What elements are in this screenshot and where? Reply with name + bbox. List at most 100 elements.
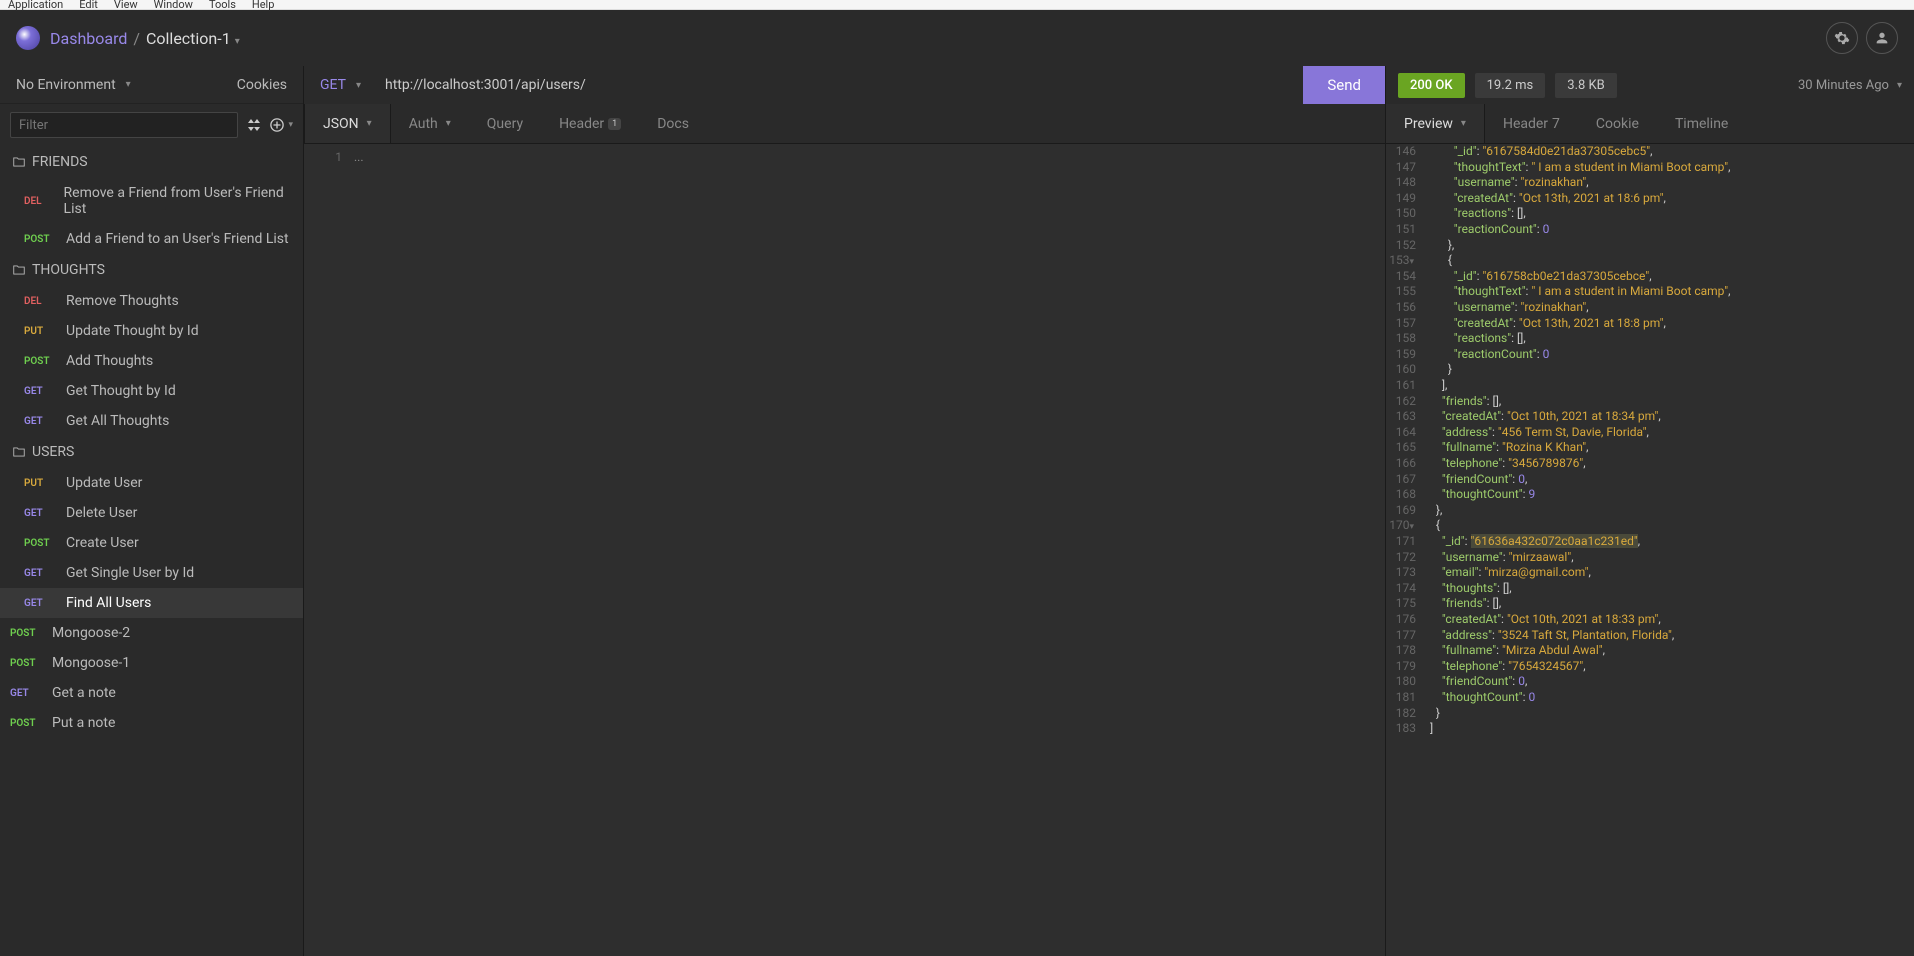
tab-cookie[interactable]: Cookie: [1578, 104, 1657, 143]
tab-preview[interactable]: Preview: [1386, 104, 1485, 143]
request-item[interactable]: POST Mongoose-2: [0, 618, 303, 648]
folder-friends[interactable]: FRIENDS: [0, 146, 303, 178]
folder-thoughts[interactable]: THOUGHTS: [0, 254, 303, 286]
code-line: 183 ]: [1386, 721, 1914, 737]
method-badge: POST: [24, 538, 56, 549]
request-name: Add a Friend to an User's Friend List: [66, 231, 289, 247]
tab-query[interactable]: Query: [469, 104, 541, 143]
code-line: 173 "email": "mirza@gmail.com",: [1386, 565, 1914, 581]
request-name: Mongoose-1: [52, 655, 130, 671]
code-line: 159 "reactionCount": 0: [1386, 347, 1914, 363]
code-line: 177 "address": "3524 Taft St, Plantation…: [1386, 628, 1914, 644]
code-line: 182 }: [1386, 706, 1914, 722]
method-badge: PUT: [24, 478, 56, 489]
tab-header[interactable]: Header 1: [541, 104, 639, 143]
method-badge: GET: [24, 386, 56, 397]
method-badge: GET: [24, 568, 56, 579]
code-line: 174 "thoughts": [],: [1386, 581, 1914, 597]
response-size: 3.8 KB: [1555, 73, 1617, 98]
request-item[interactable]: GETDelete User: [0, 498, 303, 528]
sort-button[interactable]: [248, 119, 260, 131]
code-line: 179 "telephone": "7654324567",: [1386, 659, 1914, 675]
request-name: Create User: [66, 535, 139, 551]
request-name: Remove a Friend from User's Friend List: [64, 185, 291, 217]
url-input[interactable]: [377, 77, 1303, 93]
request-item[interactable]: POST Create User: [0, 528, 303, 558]
request-item[interactable]: GETGet All Thoughts: [0, 406, 303, 436]
code-line: 149 "createdAt": "Oct 13th, 2021 at 18:6…: [1386, 191, 1914, 207]
method-badge: GET: [24, 598, 56, 609]
request-name: Remove Thoughts: [66, 293, 179, 309]
tab-resp-header[interactable]: Header 7: [1485, 104, 1578, 143]
code-line: 170▾ {: [1386, 518, 1914, 534]
response-history-dropdown[interactable]: 30 Minutes Ago: [1798, 78, 1902, 93]
request-item[interactable]: GETGet a note: [0, 678, 303, 708]
send-button[interactable]: Send: [1303, 66, 1385, 104]
breadcrumb-collection[interactable]: Collection-1: [146, 29, 240, 48]
response-status: 200 OK: [1398, 73, 1465, 98]
menu-help[interactable]: Help: [252, 0, 275, 11]
menu-window[interactable]: Window: [154, 0, 193, 11]
method-badge: PUT: [24, 326, 56, 337]
code-line: 168 "thoughtCount": 9: [1386, 487, 1914, 503]
request-name: Update Thought by Id: [66, 323, 199, 339]
request-name: Get All Thoughts: [66, 413, 169, 429]
request-item[interactable]: PUT Update Thought by Id: [0, 316, 303, 346]
tab-timeline[interactable]: Timeline: [1657, 104, 1746, 143]
menu-tools[interactable]: Tools: [209, 0, 236, 11]
plus-circle-icon: [270, 118, 284, 132]
request-item[interactable]: POSTAdd a Friend to an User's Friend Lis…: [0, 224, 303, 254]
tab-auth[interactable]: Auth: [391, 104, 469, 143]
breadcrumb: Dashboard / Collection-1: [50, 29, 240, 48]
request-item[interactable]: DEL Remove a Friend from User's Friend Li…: [0, 178, 303, 224]
code-line: 181 "thoughtCount": 0: [1386, 690, 1914, 706]
code-line: 151 "reactionCount": 0: [1386, 222, 1914, 238]
breadcrumb-dashboard[interactable]: Dashboard: [50, 29, 127, 48]
environment-dropdown[interactable]: No Environment: [16, 77, 131, 93]
account-button[interactable]: [1866, 22, 1898, 54]
cookies-link[interactable]: Cookies: [237, 77, 287, 93]
request-name: Mongoose-2: [52, 625, 130, 641]
request-name: Find All Users: [66, 595, 151, 611]
code-line: 153▾ {: [1386, 253, 1914, 269]
code-line: 155 "thoughtText": " I am a student in M…: [1386, 284, 1914, 300]
settings-button[interactable]: [1826, 22, 1858, 54]
tab-body-type[interactable]: JSON: [304, 104, 391, 143]
code-line: 147 "thoughtText": " I am a student in M…: [1386, 160, 1914, 176]
code-line: 148 "username": "rozinakhan",: [1386, 175, 1914, 191]
request-item[interactable]: POSTAdd Thoughts: [0, 346, 303, 376]
sidebar: No Environment Cookies FRIENDSDELRemove …: [0, 66, 304, 956]
filter-input[interactable]: [10, 112, 238, 138]
method-badge: DEL: [24, 196, 54, 207]
request-item[interactable]: GET Get Single User by Id: [0, 558, 303, 588]
request-item[interactable]: GET Find All Users: [0, 588, 303, 618]
code-line: 154 "_id": "616758cb0e21da37305cebce",: [1386, 269, 1914, 285]
request-item[interactable]: DELRemove Thoughts: [0, 286, 303, 316]
response-time: 19.2 ms: [1475, 73, 1546, 98]
code-line: 171 "_id": "61636a432c072c0aa1c231ed",: [1386, 534, 1914, 550]
add-button[interactable]: [270, 118, 293, 132]
response-body[interactable]: 146 "_id": "6167584d0e21da37305cebc5",14…: [1386, 144, 1914, 956]
code-line: 164 "address": "456 Term St, Davie, Flor…: [1386, 425, 1914, 441]
code-line: 165 "fullname": "Rozina K Khan",: [1386, 440, 1914, 456]
request-body-editor[interactable]: 1...: [304, 144, 1385, 956]
request-item[interactable]: PUTUpdate User: [0, 468, 303, 498]
tab-docs[interactable]: Docs: [639, 104, 707, 143]
code-line: 166 "telephone": "3456789876",: [1386, 456, 1914, 472]
request-name: Get Single User by Id: [66, 565, 194, 581]
method-badge: POST: [10, 628, 42, 639]
menu-edit[interactable]: Edit: [79, 0, 98, 11]
titlebar: Dashboard / Collection-1: [0, 10, 1914, 66]
folder-users[interactable]: USERS: [0, 436, 303, 468]
user-icon: [1874, 30, 1890, 46]
request-item[interactable]: POSTMongoose-1: [0, 648, 303, 678]
code-line: 157 "createdAt": "Oct 13th, 2021 at 18:8…: [1386, 316, 1914, 332]
menu-view[interactable]: View: [114, 0, 138, 11]
method-dropdown[interactable]: GET: [304, 77, 377, 93]
request-item[interactable]: POSTPut a note: [0, 708, 303, 738]
menu-application[interactable]: Application: [8, 0, 63, 11]
tab-header-badge: 1: [608, 118, 621, 130]
gear-icon: [1834, 30, 1850, 46]
code-line: 167 "friendCount": 0,: [1386, 472, 1914, 488]
request-item[interactable]: GETGet Thought by Id: [0, 376, 303, 406]
